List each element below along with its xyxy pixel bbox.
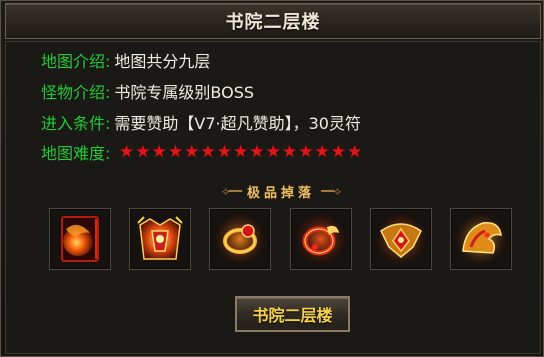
difficulty-star-icon: ★ — [233, 141, 249, 162]
phoenix-helmet-icon — [455, 213, 507, 265]
monster-row: 怪物介绍: 书院专属级别BOSS — [41, 80, 254, 102]
difficulty-star-icon: ★ — [184, 141, 200, 162]
enter-map-button[interactable]: 书院二层楼 — [235, 296, 350, 332]
fire-scroll-icon — [61, 216, 99, 262]
difficulty-star-icon: ★ — [200, 141, 216, 162]
intro-row: 地图介绍: 地图共分九层 — [41, 49, 210, 71]
drop-slot-1[interactable] — [49, 208, 111, 270]
entry-row: 进入条件: 需要赞助【V7·超凡赞助】，30灵符 — [41, 111, 361, 133]
entry-value: 需要赞助【V7·超凡赞助】，30灵符 — [114, 114, 361, 133]
difficulty-row: 地图难度: ★ ★ ★ ★ ★ ★ ★ ★ ★ ★ ★ ★ ★ ★ ★ — [41, 141, 363, 163]
difficulty-star-icon: ★ — [249, 141, 265, 162]
difficulty-star-icon: ★ — [151, 141, 167, 162]
title-bar: 书院二层楼 — [5, 3, 541, 39]
difficulty-star-icon: ★ — [298, 141, 314, 162]
right-ornament-icon: ━━⟡ — [321, 183, 341, 198]
map-info-panel: 书院二层楼 地图介绍: 地图共分九层 怪物介绍: 书院专属级别BOSS 进入条件… — [0, 0, 544, 357]
difficulty-star-icon: ★ — [281, 141, 298, 162]
drop-slot-5[interactable] — [370, 208, 432, 270]
difficulty-star-icon: ★ — [167, 141, 184, 162]
intro-label: 地图介绍: — [41, 52, 111, 71]
difficulty-star-icon: ★ — [135, 141, 151, 162]
intro-value: 地图共分九层 — [114, 52, 211, 71]
drop-slot-3[interactable] — [209, 208, 271, 270]
difficulty-star-icon: ★ — [314, 141, 330, 162]
difficulty-star-icon: ★ — [118, 141, 135, 162]
difficulty-star-icon: ★ — [330, 141, 347, 162]
drops-divider: ⟡━━ 极品掉落 ━━⟡ — [206, 181, 356, 201]
entry-label: 进入条件: — [41, 114, 111, 133]
flame-armor-icon — [137, 216, 183, 260]
difficulty-star-icon: ★ — [265, 141, 281, 162]
drop-slot-6[interactable] — [450, 208, 512, 270]
drops-title: 极品掉落 — [246, 185, 315, 201]
dragon-ring-icon — [295, 213, 347, 265]
drop-slot-4[interactable] — [290, 208, 352, 270]
fire-ring-icon — [214, 213, 266, 265]
jewel-necklace-icon — [375, 213, 427, 265]
left-ornament-icon: ⟡━━ — [221, 183, 242, 198]
monster-value: 书院专属级别BOSS — [114, 83, 255, 102]
difficulty-stars: ★ ★ ★ ★ ★ ★ ★ ★ ★ ★ ★ ★ ★ ★ ★ — [118, 141, 363, 162]
difficulty-star-icon: ★ — [216, 141, 232, 162]
enter-map-button-label: 书院二层楼 — [252, 306, 333, 325]
difficulty-star-icon: ★ — [347, 141, 363, 162]
window-title: 书院二层楼 — [225, 12, 321, 33]
monster-label: 怪物介绍: — [41, 83, 111, 102]
difficulty-label: 地图难度: — [41, 144, 111, 163]
drop-slot-2[interactable] — [129, 208, 191, 270]
